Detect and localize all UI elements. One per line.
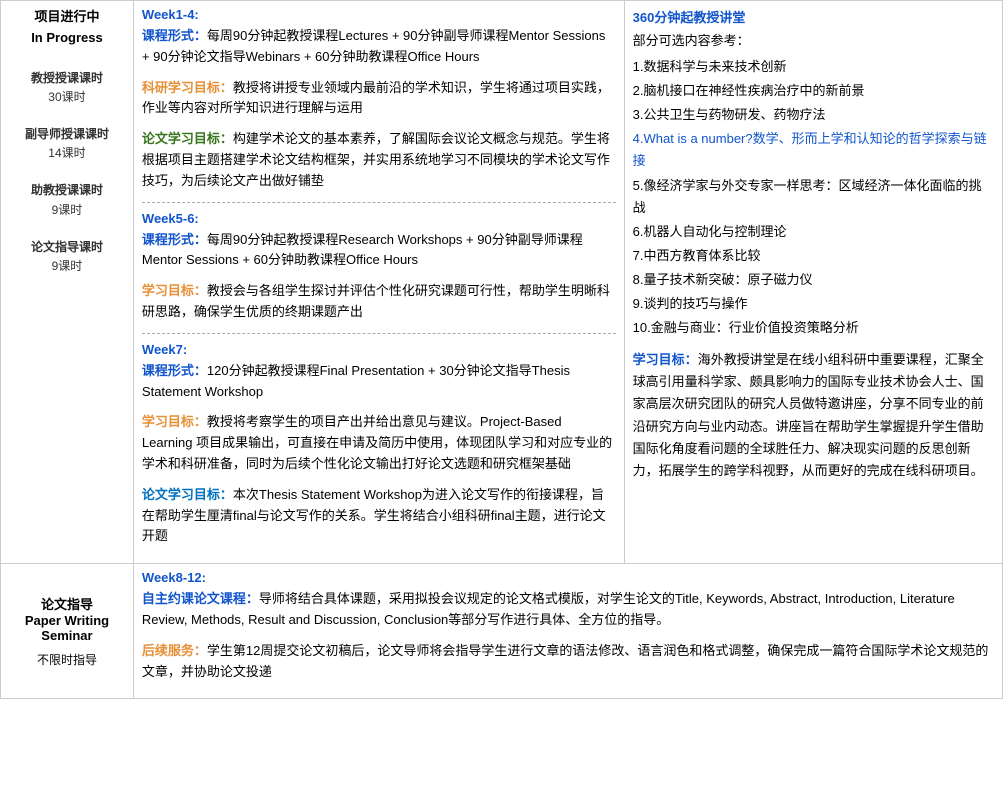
right-intro: 部分可选内容参考：	[633, 30, 994, 52]
week1-4-block0: 课程形式：每周90分钟起教授课程Lectures + 90分钟副导师课程Ment…	[142, 26, 616, 68]
right-goal-text: 海外教授讲堂是在线小组科研中重要课程，汇聚全球高引用量科学家、颇具影响力的国际专…	[633, 352, 984, 477]
list-item: 6.机器人自动化与控制理论	[633, 221, 994, 243]
right-list: 1.数据科学与未来技术创新 2.脑机接口在神经性疾病治疗中的新前景 3.公共卫生…	[633, 56, 994, 339]
week5-6-section: Week5-6: 课程形式：每周90分钟起教授课程Research Worksh…	[142, 211, 616, 323]
seminar-prefix1: 后续服务：	[142, 643, 207, 658]
seminar-block0: 自主约课论文课程：导师将结合具体课题，采用拟投会议规定的论文格式模版，对学生论文…	[142, 589, 994, 631]
sub-item-2: 助教授课课时 9课时	[9, 181, 125, 219]
sub-value-3: 9课时	[9, 257, 125, 276]
week1-4-prefix1: 科研学习目标：	[142, 80, 233, 95]
sub-label-3: 论文指导课时	[9, 238, 125, 257]
seminar-text1: 学生第12周提交论文初稿后，论文导师将会指导学生进行文章的语法修改、语言润色和格…	[142, 643, 988, 679]
sub-item-3: 论文指导课时 9课时	[9, 238, 125, 276]
seminar-label-en1: Paper Writing	[9, 613, 125, 628]
week7-block0: 课程形式：120分钟起教授课程Final Presentation + 30分钟…	[142, 361, 616, 403]
seminar-label-en2: Seminar	[9, 628, 125, 643]
right-goal-prefix: 学习目标：	[633, 352, 698, 367]
seminar-content-cell: Week8-12: 自主约课论文课程：导师将结合具体课题，采用拟投会议规定的论文…	[133, 564, 1002, 699]
week7-block2: 论文学习目标：本次Thesis Statement Workshop为进入论文写…	[142, 485, 616, 547]
week7-section: Week7: 课程形式：120分钟起教授课程Final Presentation…	[142, 342, 616, 547]
week5-6-block0: 课程形式：每周90分钟起教授课程Research Workshops + 90分…	[142, 230, 616, 272]
list-item: 4.What is a number?数学、形而上学和认知论的哲学探索与链接	[633, 128, 994, 172]
seminar-text0: 导师将结合具体课题，采用拟投会议规定的论文格式模版，对学生论文的Title, K…	[142, 591, 955, 627]
middle-cell: Week1-4: 课程形式：每周90分钟起教授课程Lectures + 90分钟…	[133, 1, 624, 564]
sub-item-1: 副导师授课课时 14课时	[9, 125, 125, 163]
sub-value-0: 30课时	[9, 88, 125, 107]
sub-label-1: 副导师授课课时	[9, 125, 125, 144]
main-table: 项目进行中 In Progress 教授授课课时 30课时 副导师授课课时 14…	[0, 0, 1003, 699]
status-cell: 项目进行中 In Progress 教授授课课时 30课时 副导师授课课时 14…	[1, 1, 134, 564]
section1-row: 项目进行中 In Progress 教授授课课时 30课时 副导师授课课时 14…	[1, 1, 1003, 564]
week1-4-prefix0: 课程形式：	[142, 28, 207, 43]
week1-4-text0: 每周90分钟起教授课程Lectures + 90分钟副导师课程Mentor Se…	[142, 28, 605, 64]
right-cell: 360分钟起教授讲堂 部分可选内容参考： 1.数据科学与未来技术创新 2.脑机接…	[624, 1, 1002, 564]
sub-label-0: 教授授课课时	[9, 69, 125, 88]
week1-4-section: Week1-4: 课程形式：每周90分钟起教授课程Lectures + 90分钟…	[142, 7, 616, 192]
week5-6-title: Week5-6:	[142, 211, 616, 226]
list-item: 3.公共卫生与药物研发、药物疗法	[633, 104, 994, 126]
list-item: 5.像经济学家与外交专家一样思考：区域经济一体化面临的挑战	[633, 175, 994, 219]
week7-prefix2: 论文学习目标：	[142, 487, 233, 502]
week5-6-text1: 教授会与各组学生探讨并评估个性化研究课题可行性，帮助学生明晰科研思路，确保学生优…	[142, 283, 610, 319]
sub-item-0: 教授授课课时 30课时	[9, 69, 125, 107]
status-cn: 项目进行中	[9, 7, 125, 28]
week1-4-block1: 科研学习目标：教授将讲授专业领域内最前沿的学术知识，学生将通过项目实践，作业等内…	[142, 78, 616, 120]
week1-4-block2: 论文学习目标：构建学术论文的基本素养，了解国际会议论文概念与规范。学生将根据项目…	[142, 129, 616, 191]
divider1	[142, 202, 616, 203]
seminar-left-cell: 论文指导 Paper Writing Seminar 不限时指导	[1, 564, 134, 699]
week7-prefix1: 学习目标：	[142, 414, 207, 429]
list-item-text: 4.What is a number?数学、形而上学和认知论的哲学探索与链接	[633, 131, 987, 168]
list-item: 1.数据科学与未来技术创新	[633, 56, 994, 78]
list-item: 10.金融与商业：行业价值投资策略分析	[633, 317, 994, 339]
week7-prefix0: 课程形式：	[142, 363, 207, 378]
sub-info-container: 教授授课课时 30课时 副导师授课课时 14课时 助教授课课时 9课时 论文指导…	[9, 69, 125, 277]
right-title: 360分钟起教授讲堂	[633, 7, 994, 26]
week5-6-prefix0: 课程形式：	[142, 232, 207, 247]
week7-block1: 学习目标：教授将考察学生的项目产出并给出意见与建议。Project-Based …	[142, 412, 616, 474]
list-item: 2.脑机接口在神经性疾病治疗中的新前景	[633, 80, 994, 102]
week1-4-prefix2: 论文学习目标：	[142, 131, 233, 146]
week7-text1: 教授将考察学生的项目产出并给出意见与建议。Project-Based Learn…	[142, 414, 612, 471]
sub-label-2: 助教授课课时	[9, 181, 125, 200]
sub-value-2: 9课时	[9, 201, 125, 220]
week5-6-text0: 每周90分钟起教授课程Research Workshops + 90分钟副导师课…	[142, 232, 583, 268]
list-item: 7.中西方教育体系比较	[633, 245, 994, 267]
right-goal: 学习目标：海外教授讲堂是在线小组科研中重要课程，汇聚全球高引用量科学家、颇具影响…	[633, 349, 994, 482]
section2-row: 论文指导 Paper Writing Seminar 不限时指导 Week8-1…	[1, 564, 1003, 699]
divider2	[142, 333, 616, 334]
week7-title: Week7:	[142, 342, 616, 357]
week8-12-title: Week8-12:	[142, 570, 994, 585]
week5-6-block1: 学习目标：教授会与各组学生探讨并评估个性化研究课题可行性，帮助学生明晰科研思路，…	[142, 281, 616, 323]
seminar-hours: 不限时指导	[9, 651, 125, 668]
seminar-prefix0: 自主约课论文课程：	[142, 591, 259, 606]
status-en: In Progress	[9, 28, 125, 49]
list-item: 9.谈判的技巧与操作	[633, 293, 994, 315]
week7-text0: 120分钟起教授课程Final Presentation + 30分钟论文指导T…	[142, 363, 570, 399]
list-item: 8.量子技术新突破：原子磁力仪	[633, 269, 994, 291]
seminar-block1: 后续服务：学生第12周提交论文初稿后，论文导师将会指导学生进行文章的语法修改、语…	[142, 641, 994, 683]
seminar-label-cn: 论文指导	[9, 594, 125, 613]
sub-value-1: 14课时	[9, 144, 125, 163]
week1-4-title: Week1-4:	[142, 7, 616, 22]
week5-6-prefix1: 学习目标：	[142, 283, 207, 298]
